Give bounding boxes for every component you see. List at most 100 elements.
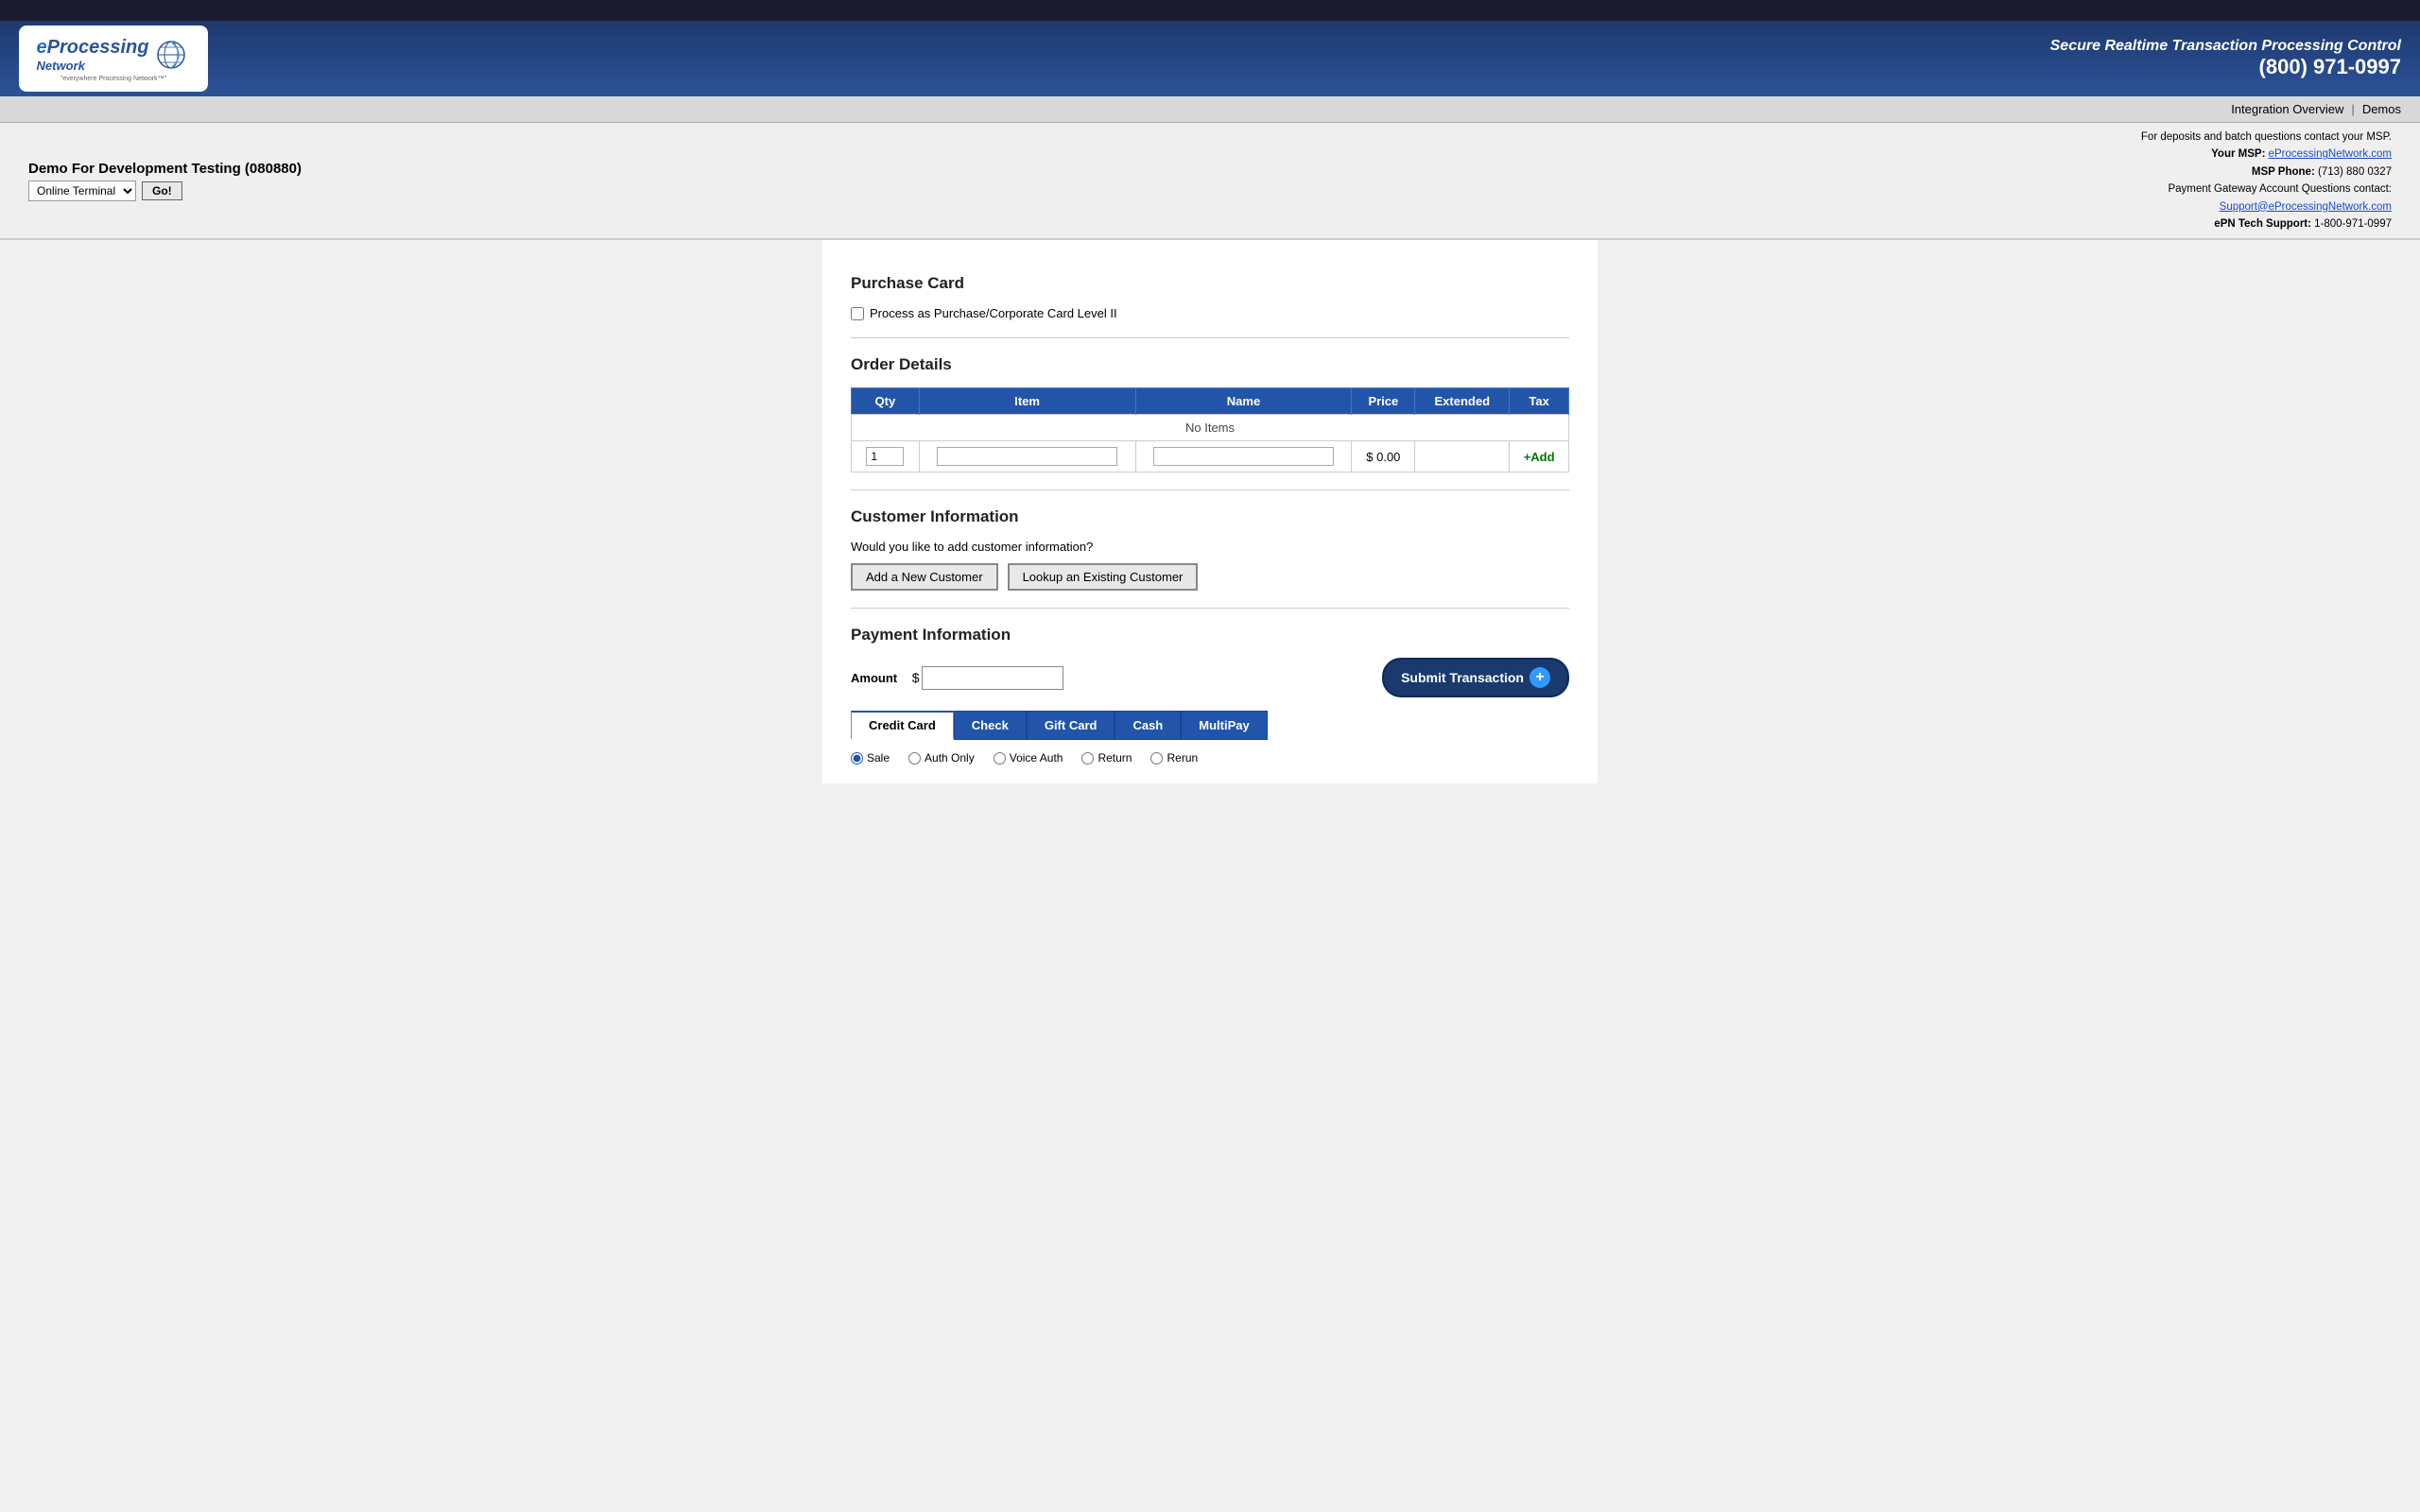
radio-rerun-input[interactable] (1150, 752, 1163, 765)
terminal-row: Online Terminal Go! (28, 180, 302, 201)
no-items-cell: No Items (852, 415, 1569, 441)
pg-label: Payment Gateway Account Questions contac… (2141, 180, 2392, 198)
col-price: Price (1352, 388, 1415, 415)
msp-phone: (713) 880 0327 (2318, 166, 2392, 178)
col-name: Name (1135, 388, 1352, 415)
customer-info-title: Customer Information (851, 507, 1569, 530)
purchase-card-checkbox-row: Process as Purchase/Corporate Card Level… (851, 306, 1569, 320)
price-value: $ 0.00 (1366, 450, 1400, 464)
nav-separator: | (2351, 102, 2354, 116)
contact-section: For deposits and batch questions contact… (2141, 129, 2392, 232)
main-content: Purchase Card Process as Purchase/Corpor… (822, 240, 1598, 783)
col-tax: Tax (1510, 388, 1569, 415)
order-entry-row: $ 0.00 +Add (852, 441, 1569, 472)
demos-link[interactable]: Demos (2362, 102, 2401, 116)
amount-input-group: Amount $ (851, 666, 1063, 690)
amount-row: Amount $ Submit Transaction + (851, 658, 1569, 697)
radio-rerun: Rerun (1150, 751, 1198, 765)
add-button[interactable]: +Add (1524, 450, 1555, 464)
item-input[interactable] (937, 447, 1117, 466)
radio-rerun-label: Rerun (1167, 751, 1198, 765)
order-details-title: Order Details (851, 355, 1569, 378)
order-details-section: Order Details Qty Item Name Price Extend… (851, 355, 1569, 472)
col-extended: Extended (1415, 388, 1510, 415)
transaction-type-row: Sale Auth Only Voice Auth Return Rerun (851, 751, 1569, 765)
logo-text: eProcessing (37, 37, 149, 59)
price-cell: $ 0.00 (1352, 441, 1415, 472)
col-qty: Qty (852, 388, 920, 415)
radio-auth-only: Auth Only (908, 751, 975, 765)
msp-link[interactable]: eProcessingNetwork.com (2269, 148, 2392, 160)
plus-circle-icon: + (1530, 667, 1550, 688)
payment-tabs: Credit Card Check Gift Card Cash MultiPa… (851, 711, 1569, 740)
header-tagline: Secure Realtime Transaction Processing C… (2050, 38, 2401, 55)
go-button[interactable]: Go! (142, 181, 182, 200)
tab-cash[interactable]: Cash (1115, 711, 1181, 740)
pg-email-link[interactable]: Support@eProcessingNetwork.com (2220, 201, 2392, 213)
radio-auth-label: Auth Only (925, 751, 975, 765)
top-bar (0, 0, 2420, 21)
amount-prefix: $ (912, 670, 920, 685)
header-phone: (800) 971-0997 (2050, 55, 2401, 79)
tab-multipay[interactable]: MultiPay (1181, 711, 1267, 740)
logo: eProcessing Network "everywhere Processi… (19, 26, 208, 92)
radio-sale-label: Sale (867, 751, 890, 765)
customer-section: Customer Information Would you like to a… (851, 507, 1569, 591)
logo-sub: "everywhere Processing Network™" (60, 76, 166, 82)
name-cell (1135, 441, 1352, 472)
radio-sale-input[interactable] (851, 752, 863, 765)
divider-1 (851, 337, 1569, 338)
radio-voice-label: Voice Auth (1010, 751, 1063, 765)
extended-cell (1415, 441, 1510, 472)
msp-label: Your MSP: (2211, 148, 2265, 160)
logo-graphic: eProcessing Network (37, 36, 191, 74)
lookup-existing-customer-button[interactable]: Lookup an Existing Customer (1008, 563, 1199, 591)
amount-label: Amount (851, 671, 897, 685)
item-cell (919, 441, 1135, 472)
tech-phone: 1-800-971-0997 (2314, 218, 2392, 230)
radio-sale: Sale (851, 751, 890, 765)
qty-input[interactable] (866, 447, 904, 466)
radio-auth-input[interactable] (908, 752, 921, 765)
merchant-section: Demo For Development Testing (080880) On… (28, 161, 302, 201)
tax-cell: +Add (1510, 441, 1569, 472)
add-new-customer-button[interactable]: Add a New Customer (851, 563, 998, 591)
no-items-row: No Items (852, 415, 1569, 441)
nav-bar: Integration Overview | Demos (0, 96, 2420, 123)
info-bar: Demo For Development Testing (080880) On… (0, 123, 2420, 240)
payment-section: Payment Information Amount $ Submit Tran… (851, 626, 1569, 765)
purchase-card-checkbox[interactable] (851, 307, 864, 320)
order-table: Qty Item Name Price Extended Tax No Item… (851, 387, 1569, 472)
terminal-select[interactable]: Online Terminal (28, 180, 136, 201)
qty-cell (852, 441, 920, 472)
radio-return: Return (1081, 751, 1132, 765)
tab-check[interactable]: Check (954, 711, 1027, 740)
tech-label: ePN Tech Support: (2214, 218, 2311, 230)
radio-return-label: Return (1098, 751, 1132, 765)
customer-question: Would you like to add customer informati… (851, 540, 1569, 554)
submit-transaction-label: Submit Transaction (1401, 670, 1524, 685)
header: eProcessing Network "everywhere Processi… (0, 21, 2420, 96)
col-item: Item (919, 388, 1135, 415)
submit-transaction-button[interactable]: Submit Transaction + (1382, 658, 1569, 697)
name-input[interactable] (1153, 447, 1334, 466)
divider-3 (851, 608, 1569, 609)
contact-intro: For deposits and batch questions contact… (2141, 129, 2392, 146)
customer-buttons: Add a New Customer Lookup an Existing Cu… (851, 563, 1569, 591)
logo-globe-icon (152, 36, 190, 74)
amount-input[interactable] (922, 666, 1063, 690)
purchase-card-title: Purchase Card (851, 274, 1569, 297)
radio-return-input[interactable] (1081, 752, 1094, 765)
tab-gift-card[interactable]: Gift Card (1027, 711, 1115, 740)
table-header-row: Qty Item Name Price Extended Tax (852, 388, 1569, 415)
header-right: Secure Realtime Transaction Processing C… (2050, 38, 2401, 79)
purchase-card-section: Purchase Card Process as Purchase/Corpor… (851, 274, 1569, 320)
integration-overview-link[interactable]: Integration Overview (2231, 102, 2343, 116)
radio-voice-input[interactable] (994, 752, 1006, 765)
logo-network: Network (37, 59, 149, 73)
payment-info-title: Payment Information (851, 626, 1569, 648)
merchant-name: Demo For Development Testing (080880) (28, 161, 302, 177)
tab-credit-card[interactable]: Credit Card (851, 711, 954, 740)
radio-voice-auth: Voice Auth (994, 751, 1063, 765)
purchase-card-label: Process as Purchase/Corporate Card Level… (870, 306, 1117, 320)
